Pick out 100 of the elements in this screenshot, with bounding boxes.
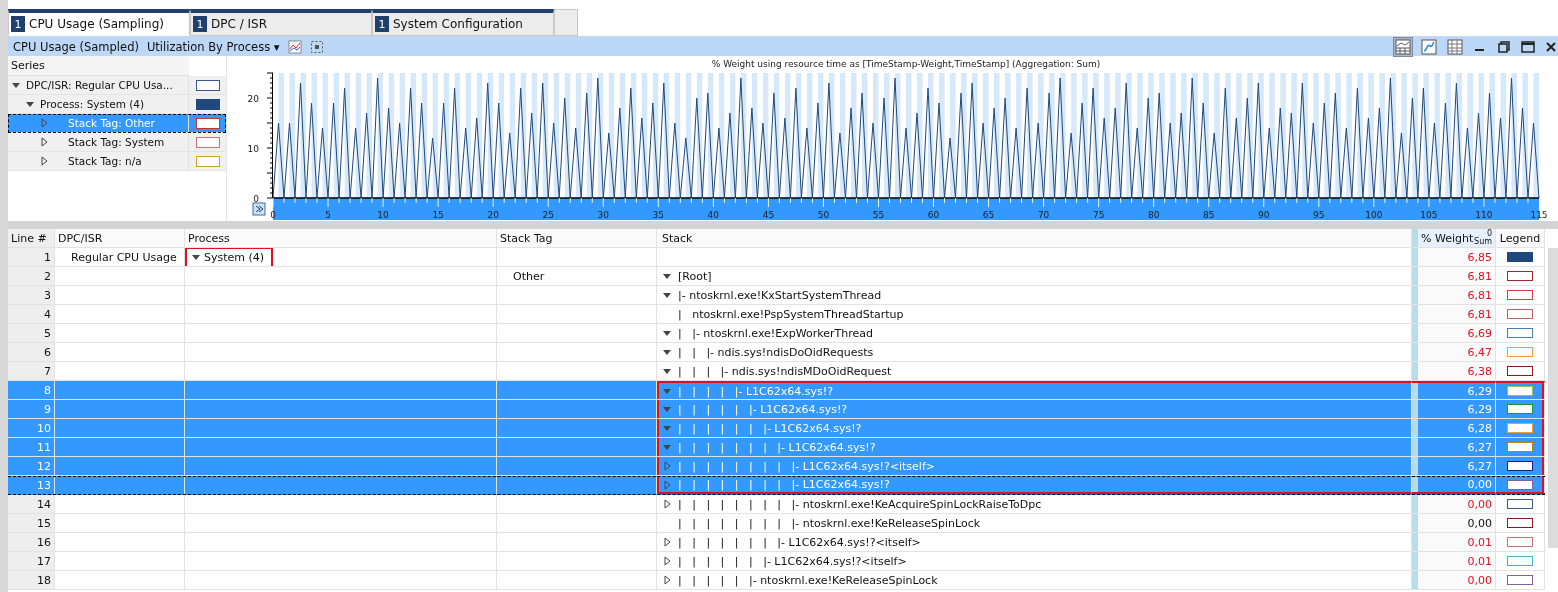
stack-frame: | | | | | |- ntoskrnl.exe!KeReleaseSpinLock bbox=[678, 573, 938, 587]
line-number: 18 bbox=[37, 573, 51, 587]
table-icon[interactable] bbox=[1446, 37, 1464, 56]
aggregation-label: Sum bbox=[1474, 238, 1492, 246]
y-tick-label: 10 bbox=[247, 144, 259, 154]
collapse-icon[interactable] bbox=[662, 366, 672, 376]
column-header[interactable]: Legend bbox=[1496, 229, 1545, 247]
column-splitter[interactable] bbox=[1412, 477, 1418, 494]
x-tick-label: 45 bbox=[762, 210, 775, 220]
x-tick-label: 5 bbox=[325, 210, 331, 220]
weight-value: 0,01 bbox=[1467, 535, 1492, 549]
stack-frame: | | |- ndis.sys!ndisDoOidRequests bbox=[678, 345, 874, 359]
y-tick-label: 20 bbox=[247, 94, 259, 104]
maximize-icon[interactable] bbox=[1520, 38, 1536, 55]
weight-value: 6,85 bbox=[1467, 250, 1492, 264]
column-header[interactable]: Process bbox=[185, 229, 497, 247]
expand-icon[interactable] bbox=[39, 118, 49, 128]
tab-badge: 1 bbox=[11, 16, 25, 32]
collapse-icon[interactable] bbox=[662, 347, 672, 357]
weight-value: 6,27 bbox=[1467, 459, 1492, 473]
graph-title: CPU Usage (Sampled) bbox=[13, 39, 139, 54]
expand-icon[interactable] bbox=[662, 575, 672, 585]
table-row[interactable]: 3 |- ntoskrnl.exe!KxStartSystemThread 6,81 bbox=[8, 286, 1545, 305]
process-cell: System (4) bbox=[188, 249, 271, 265]
table-row[interactable]: 6 | | |- ndis.sys!ndisDoOidRequests 6,47 bbox=[8, 343, 1545, 362]
column-header[interactable]: Line # bbox=[8, 229, 55, 247]
expand-icon[interactable] bbox=[662, 537, 672, 547]
table-row[interactable]: 17 | | | | | | |- L1C62x64.sys!?<itself> 0,01 bbox=[8, 552, 1545, 571]
x-tick-label: 60 bbox=[927, 210, 940, 220]
graph-icon[interactable] bbox=[1420, 37, 1438, 56]
line-number: 14 bbox=[37, 497, 51, 511]
stack-frame: | | | | |- L1C62x64.sys!? bbox=[678, 384, 833, 398]
column-header[interactable]: % Weight bbox=[1421, 231, 1474, 245]
expand-icon[interactable] bbox=[39, 137, 49, 147]
collapse-icon[interactable] bbox=[11, 80, 21, 90]
table-row[interactable]: 16 | | | | | | | |- L1C62x64.sys!?<itself> 0,01 bbox=[8, 533, 1545, 552]
x-tick-label: 50 bbox=[817, 210, 830, 220]
table-row[interactable]: 2 Other [Root] 6,81 bbox=[8, 267, 1545, 286]
expand-icon[interactable] bbox=[662, 556, 672, 566]
preset-dropdown[interactable]: Utilization By Process ▾ bbox=[146, 39, 280, 54]
chart-icon[interactable] bbox=[287, 39, 302, 54]
line-number: 2 bbox=[44, 269, 51, 283]
collapse-icon[interactable] bbox=[662, 271, 672, 281]
series-item[interactable]: Process: System (4) bbox=[8, 95, 226, 114]
expand-axis-icon[interactable] bbox=[252, 202, 266, 216]
graph-table-icon[interactable] bbox=[1394, 37, 1412, 56]
table-row[interactable]: 4 | ntoskrnl.exe!PspSystemThreadStartup 6,81 bbox=[8, 305, 1545, 324]
stack-frame: | | | | | | | |- L1C62x64.sys!?<itself> bbox=[678, 535, 921, 549]
collapse-icon[interactable] bbox=[662, 290, 672, 300]
series-item[interactable]: Stack Tag: System bbox=[8, 133, 226, 152]
table-row[interactable]: 5 | |- ntoskrnl.exe!ExpWorkerThread 6,69 bbox=[8, 324, 1545, 343]
line-number: 13 bbox=[37, 479, 51, 492]
collapse-icon[interactable] bbox=[662, 328, 672, 338]
expand-icon[interactable] bbox=[662, 461, 672, 471]
weight-value: 6,38 bbox=[1467, 364, 1492, 378]
stack-frame: | | | | | | |- L1C62x64.sys!? bbox=[678, 421, 862, 435]
x-tick-label: 90 bbox=[1258, 210, 1270, 220]
weight-value: 6,81 bbox=[1467, 288, 1492, 302]
stack-frame: | | | |- ndis.sys!ndisMDoOidRequest bbox=[678, 364, 892, 378]
line-number: 5 bbox=[44, 326, 51, 340]
line-number: 12 bbox=[37, 459, 51, 473]
x-tick-label: 70 bbox=[1037, 210, 1050, 220]
x-tick-label: 15 bbox=[432, 210, 444, 220]
series-header: Series bbox=[11, 59, 45, 72]
scrollbar[interactable] bbox=[1548, 248, 1558, 548]
x-tick-label: 100 bbox=[1365, 210, 1383, 220]
weight-value: 6,81 bbox=[1467, 269, 1492, 283]
column-header[interactable]: Stack Tag bbox=[497, 229, 657, 247]
table-row[interactable]: 18 | | | | | |- ntoskrnl.exe!KeReleaseSpinLock 0,00 bbox=[8, 571, 1545, 590]
line-number: 3 bbox=[44, 288, 51, 302]
series-item[interactable]: Stack Tag: n/a bbox=[8, 152, 226, 171]
selection-icon[interactable] bbox=[309, 39, 324, 54]
collapse-icon[interactable] bbox=[191, 252, 201, 262]
series-item[interactable]: DPC/ISR: Regular CPU Usa... bbox=[8, 76, 226, 95]
table-row[interactable]: 1 Regular CPU Usage System (4) 6,85 bbox=[8, 248, 1545, 267]
line-number: 8 bbox=[44, 383, 51, 397]
line-number: 15 bbox=[37, 516, 51, 530]
weight-value: 6,29 bbox=[1467, 384, 1492, 398]
stack-frame: | | | | | |- L1C62x64.sys!? bbox=[678, 402, 848, 416]
column-splitter[interactable] bbox=[1412, 381, 1418, 399]
x-tick-label: 95 bbox=[1313, 210, 1325, 220]
tab[interactable]: 1 CPU Usage (Sampling) bbox=[8, 9, 190, 36]
tab[interactable]: 1 System Configuration bbox=[372, 9, 554, 36]
expand-icon[interactable] bbox=[662, 479, 672, 490]
expand-icon[interactable] bbox=[39, 156, 49, 166]
tab[interactable]: 1 DPC / ISR bbox=[190, 9, 372, 36]
line-number: 10 bbox=[37, 421, 51, 435]
column-header[interactable]: DPC/ISR bbox=[55, 229, 185, 247]
weight-value: 0,00 bbox=[1467, 478, 1492, 491]
expand-icon[interactable] bbox=[662, 499, 672, 509]
line-number: 9 bbox=[44, 402, 51, 416]
weight-value: 6,81 bbox=[1467, 307, 1492, 321]
x-tick-label: 105 bbox=[1420, 210, 1438, 220]
table-row[interactable]: 14 | | | | | | | | |- ntoskrnl.exe!KeAcquireSpinLockRaiseToDpc 0,00 bbox=[8, 495, 1545, 514]
table-row[interactable]: 15 | | | | | | | | |- ntoskrnl.exe!KeReleaseSpinLock 0,00 bbox=[8, 514, 1545, 533]
weight-value: 6,47 bbox=[1467, 345, 1492, 359]
restore-icon[interactable] bbox=[1496, 38, 1512, 55]
stack-frame: [Root] bbox=[678, 269, 712, 283]
collapse-icon[interactable] bbox=[25, 99, 35, 109]
x-tick-label: 0 bbox=[270, 210, 276, 220]
